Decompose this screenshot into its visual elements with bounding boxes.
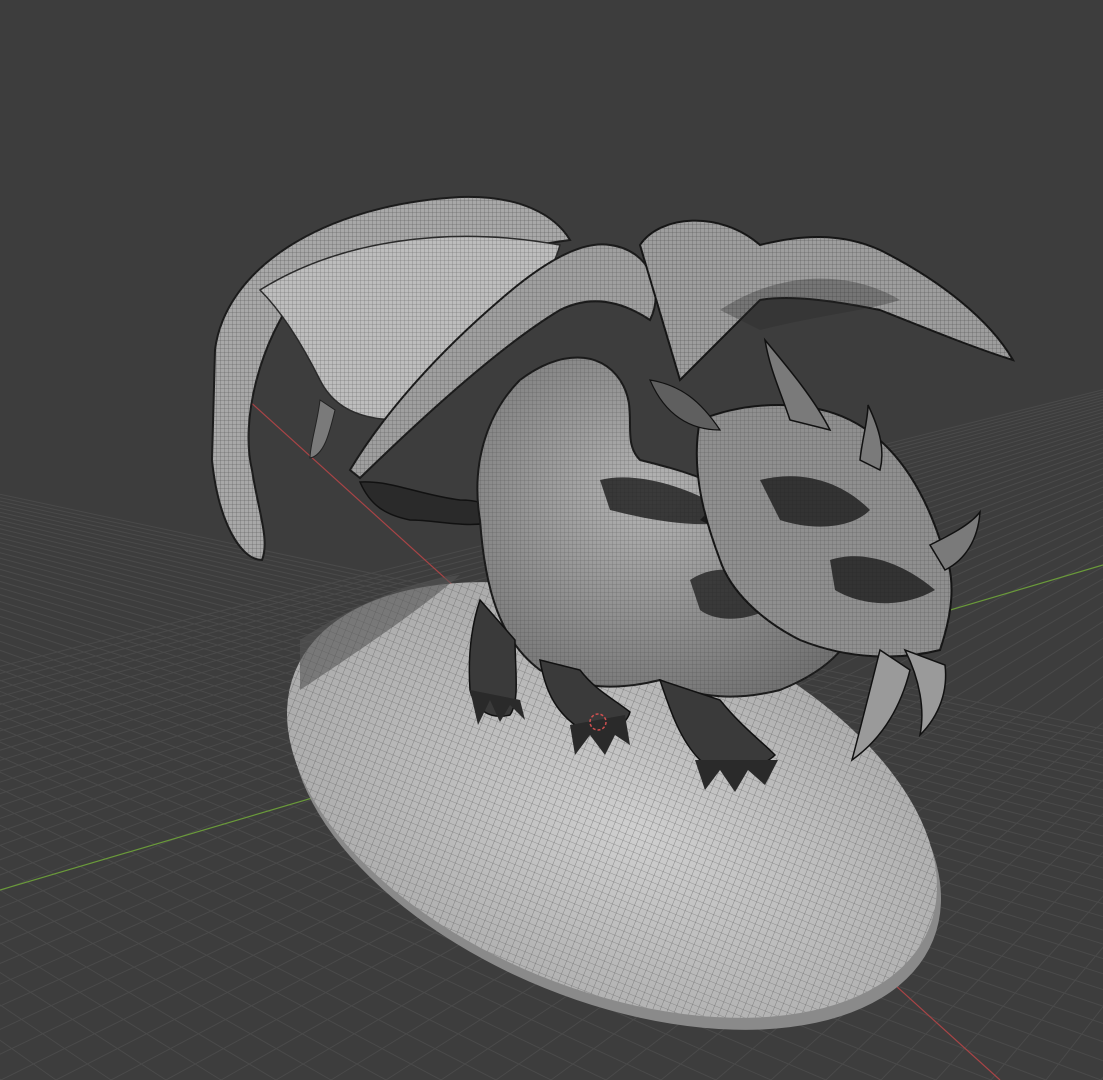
- horn: [859, 404, 883, 472]
- viewport-canvas[interactable]: [0, 0, 1103, 1080]
- dragon-right-wing[interactable]: [638, 219, 1016, 382]
- 3d-viewport[interactable]: [0, 0, 1103, 1080]
- grid-line: [990, 946, 1103, 1080]
- grid-line: [1045, 1005, 1103, 1080]
